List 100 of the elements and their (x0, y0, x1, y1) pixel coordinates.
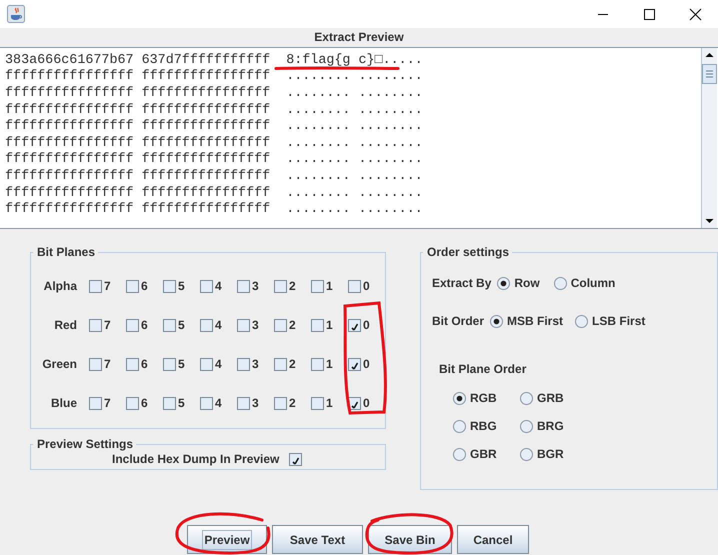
checkbox[interactable] (200, 280, 213, 292)
checkbox[interactable] (89, 318, 102, 332)
bit-checkbox[interactable]: 7 (77, 278, 114, 294)
radio-button[interactable] (520, 392, 533, 404)
checkbox[interactable] (163, 318, 176, 332)
radio-button[interactable] (575, 314, 588, 328)
checkbox[interactable] (200, 318, 213, 332)
checkbox[interactable] (274, 396, 287, 410)
radio-option[interactable]: GRB (520, 391, 587, 405)
channel-label: Red (53, 318, 77, 332)
checkbox[interactable] (237, 396, 250, 410)
checkbox[interactable] (89, 396, 102, 410)
ascii-text: ........ ........ (286, 203, 423, 216)
checkbox[interactable] (237, 358, 250, 370)
bit-checkbox[interactable]: 3 (225, 356, 262, 372)
radio-option[interactable]: BGR (520, 447, 587, 461)
checkbox[interactable] (274, 318, 287, 332)
bit-checkbox[interactable]: 1 (299, 278, 336, 294)
ascii-text: ........ ........ (286, 136, 423, 150)
checkbox[interactable] (163, 358, 176, 370)
dialog-button[interactable]: Cancel (457, 525, 529, 554)
scroll-thumb[interactable] (702, 64, 717, 84)
bit-checkbox[interactable]: 3 (225, 317, 262, 333)
bit-checkbox[interactable]: 2 (262, 278, 299, 294)
radio-option[interactable]: BRG (520, 419, 587, 433)
checkbox[interactable] (89, 358, 102, 370)
checkbox[interactable] (200, 396, 213, 410)
dialog-button[interactable]: Save Text (272, 525, 363, 554)
checkbox[interactable] (311, 396, 324, 410)
radio-button[interactable] (497, 276, 510, 290)
bit-checkbox[interactable]: 0 (336, 395, 373, 411)
radio-option[interactable]: Column (554, 276, 616, 290)
bit-checkbox[interactable]: 4 (188, 317, 225, 333)
checkbox[interactable] (311, 358, 324, 370)
radio-button[interactable] (453, 420, 466, 432)
bit-checkbox[interactable]: 2 (262, 395, 299, 411)
radio-option[interactable]: LSB First (575, 314, 646, 328)
checkbox[interactable] (126, 318, 139, 332)
radio-button[interactable] (453, 448, 466, 460)
radio-option[interactable]: MSB First (490, 314, 564, 328)
bit-checkbox[interactable]: 5 (151, 356, 188, 372)
checkbox[interactable] (163, 280, 176, 292)
radio-option[interactable]: RBG (453, 419, 520, 433)
bit-checkbox[interactable]: 4 (188, 278, 225, 294)
bit-checkbox[interactable]: 3 (225, 395, 262, 411)
bit-checkbox[interactable]: 0 (336, 317, 373, 333)
preview-text-area[interactable] (0, 47, 718, 229)
radio-button[interactable] (453, 392, 466, 404)
hex-dump-checkbox[interactable]: Include Hex Dump In Preview (31, 451, 385, 467)
radio-option[interactable]: Row (497, 276, 540, 290)
bit-checkbox[interactable]: 0 (336, 356, 373, 372)
option-label: Bit Plane Order (439, 362, 528, 376)
checkbox[interactable] (311, 280, 324, 292)
bit-checkbox[interactable]: 7 (77, 356, 114, 372)
ascii-text: ........ ........ (286, 120, 423, 134)
checkbox[interactable] (200, 358, 213, 370)
bit-checkbox[interactable]: 1 (299, 395, 336, 411)
checkbox[interactable] (126, 396, 139, 410)
vertical-scrollbar[interactable] (701, 48, 717, 228)
ascii-text: ........ ........ (286, 186, 423, 200)
checkbox[interactable] (348, 318, 361, 332)
option-label: Extract By (432, 276, 492, 290)
radio-button[interactable] (520, 448, 533, 460)
checkbox[interactable] (237, 280, 250, 292)
bit-checkbox[interactable]: 0 (336, 278, 373, 294)
checkbox[interactable] (311, 318, 324, 332)
checkbox[interactable] (126, 280, 139, 292)
bit-checkbox[interactable]: 7 (77, 395, 114, 411)
bit-checkbox[interactable]: 2 (262, 317, 299, 333)
radio-button[interactable] (554, 276, 567, 290)
checkbox[interactable] (89, 280, 102, 292)
checkbox[interactable] (348, 358, 361, 370)
radio-button[interactable] (520, 420, 533, 432)
bit-checkbox[interactable]: 2 (262, 356, 299, 372)
bit-checkbox[interactable]: 6 (114, 278, 151, 294)
bit-checkbox[interactable]: 5 (151, 278, 188, 294)
bit-checkbox[interactable]: 6 (114, 395, 151, 411)
bit-checkbox[interactable]: 7 (77, 317, 114, 333)
bit-checkbox[interactable]: 1 (299, 317, 336, 333)
bit-checkbox[interactable]: 6 (114, 317, 151, 333)
checkbox[interactable] (163, 396, 176, 410)
checkbox[interactable] (237, 318, 250, 332)
bit-checkbox[interactable]: 4 (188, 356, 225, 372)
panel-title: Order settings (426, 245, 510, 259)
radio-option[interactable]: GBR (453, 447, 520, 461)
panel-title: Bit Planes (36, 245, 96, 259)
dialog-button[interactable]: Preview (187, 525, 267, 554)
bit-checkbox[interactable]: 5 (151, 395, 188, 411)
radio-button[interactable] (490, 314, 504, 328)
checkbox[interactable] (126, 358, 139, 370)
radio-option[interactable]: RGB (453, 391, 520, 405)
checkbox[interactable] (348, 280, 361, 292)
bit-checkbox[interactable]: 6 (114, 356, 151, 372)
bit-checkbox[interactable]: 5 (151, 317, 188, 333)
checkbox[interactable] (274, 358, 287, 370)
bit-checkbox[interactable]: 3 (225, 278, 262, 294)
bit-checkbox[interactable]: 1 (299, 356, 336, 372)
checkbox[interactable] (274, 280, 287, 292)
bit-checkbox[interactable]: 4 (188, 395, 225, 411)
checkbox[interactable] (289, 452, 302, 466)
